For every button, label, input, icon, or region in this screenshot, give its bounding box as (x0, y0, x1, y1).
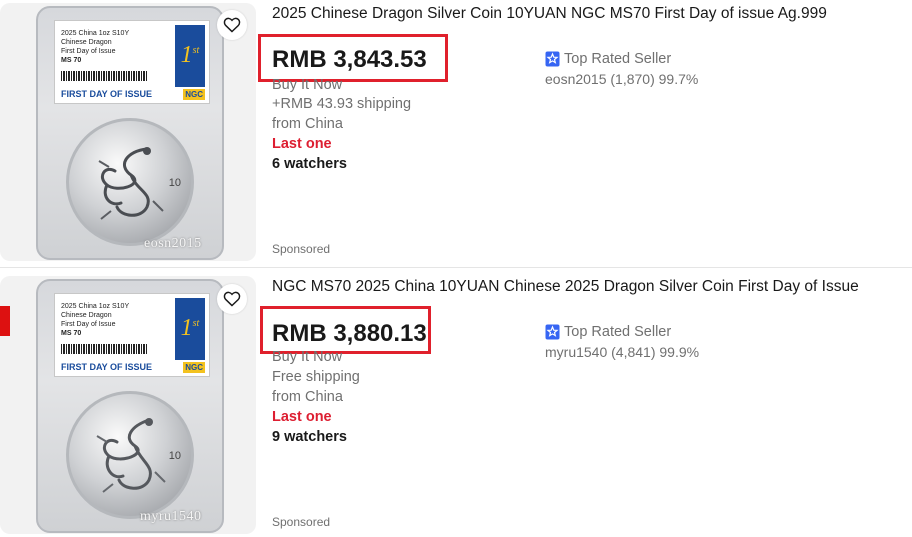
coin-denomination: 10 (168, 450, 181, 462)
coin-slab: 2025 China 1oz S10Y Chinese Dragon First… (36, 279, 224, 533)
slab-label: 2025 China 1oz S10Y Chinese Dragon First… (54, 293, 210, 377)
barcode (61, 71, 147, 81)
slab-label-line: 2025 China 1oz S10Y (61, 30, 130, 37)
slab-label-line: MS 70 (61, 57, 82, 64)
barcode (61, 344, 147, 354)
stock-status: Last one (272, 409, 332, 425)
first-day-banner: FIRST DAY OF ISSUE (61, 89, 153, 99)
sponsored-label: Sponsored (272, 515, 331, 529)
first-day-badge: 1st (175, 298, 205, 360)
listing-title-link[interactable]: 2025 Chinese Dragon Silver Coin 10YUAN N… (272, 5, 827, 23)
listing-card[interactable]: 2025 China 1oz S10Y Chinese Dragon First… (0, 270, 912, 537)
purchase-format: Buy It Now (272, 77, 343, 93)
star-badge-icon (545, 324, 560, 340)
watcher-count: 9 watchers (272, 429, 347, 445)
heart-outline-icon (223, 17, 241, 33)
shipping-cost: Free shipping (272, 369, 360, 385)
image-corner-tag (0, 306, 10, 336)
favorite-button[interactable] (217, 10, 247, 40)
ngc-logo: NGC (183, 362, 205, 373)
slab-label-line: First Day of Issue (61, 321, 116, 328)
listing-divider (0, 267, 912, 268)
favorite-button[interactable] (217, 284, 247, 314)
listing-title-link[interactable]: NGC MS70 2025 China 10YUAN Chinese 2025 … (272, 278, 859, 296)
seller-badge-label: Top Rated Seller (564, 51, 672, 67)
silver-coin: 10 (66, 118, 194, 246)
watcher-count: 6 watchers (272, 156, 347, 172)
listing-price: RMB 3,843.53 (272, 46, 427, 73)
listing-price: RMB 3,880.13 (272, 320, 427, 347)
silver-coin: 10 (66, 391, 194, 519)
top-rated-seller-badge: Top Rated Seller (545, 324, 671, 340)
listing-card[interactable]: 2025 China 1oz S10Y Chinese Dragon First… (0, 0, 912, 267)
coin-denomination: 10 (168, 177, 181, 189)
item-location: from China (272, 389, 343, 405)
slab-label-line: 2025 China 1oz S10Y (61, 303, 130, 310)
listing-image[interactable]: 2025 China 1oz S10Y Chinese Dragon First… (0, 3, 256, 261)
sponsored-label: Sponsored (272, 242, 331, 256)
coin-slab: 2025 China 1oz S10Y Chinese Dragon First… (36, 6, 224, 260)
top-rated-seller-badge: Top Rated Seller (545, 51, 671, 67)
ngc-logo: NGC (183, 89, 205, 100)
dragon-emblem (96, 418, 166, 493)
seller-badge-label: Top Rated Seller (564, 324, 672, 340)
heart-outline-icon (223, 291, 241, 307)
first-day-badge: 1st (175, 25, 205, 87)
first-day-banner: FIRST DAY OF ISSUE (61, 362, 153, 372)
slab-label-line: Chinese Dragon (61, 312, 112, 319)
image-watermark: myru1540 (140, 509, 202, 524)
dragon-emblem (98, 147, 164, 220)
slab-label-line: MS 70 (61, 330, 82, 337)
star-badge-icon (545, 51, 560, 67)
seller-info: myru1540 (4,841) 99.9% (545, 344, 700, 360)
slab-label-line: First Day of Issue (61, 48, 116, 55)
purchase-format: Buy It Now (272, 349, 343, 365)
listing-image[interactable]: 2025 China 1oz S10Y Chinese Dragon First… (0, 276, 256, 534)
slab-label-line: Chinese Dragon (61, 39, 112, 46)
seller-info: eosn2015 (1,870) 99.7% (545, 71, 699, 87)
shipping-cost: +RMB 43.93 shipping (272, 96, 412, 112)
item-location: from China (272, 116, 343, 132)
stock-status: Last one (272, 136, 332, 152)
image-watermark: eosn2015 (144, 236, 202, 251)
slab-label: 2025 China 1oz S10Y Chinese Dragon First… (54, 20, 210, 104)
